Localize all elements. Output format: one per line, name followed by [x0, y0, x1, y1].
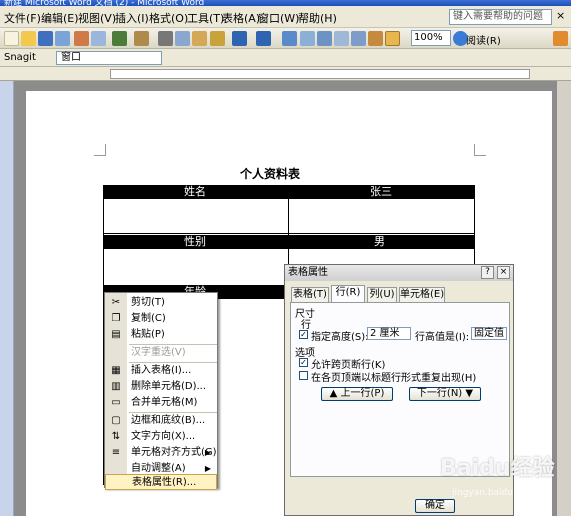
menu-edit[interactable]: 编辑(E) [41, 10, 79, 26]
print-icon[interactable] [74, 31, 89, 46]
menu-bar: 文件(F) 编辑(E) 视图(V) 插入(I) 格式(O) 工具(T) 表格(A… [0, 6, 571, 28]
tab-row[interactable]: 行(R) [331, 285, 365, 303]
save-icon[interactable] [38, 31, 53, 46]
insert-table-icon[interactable] [317, 31, 332, 46]
repeat-header-checkbox[interactable] [299, 371, 308, 380]
menu-item-copy[interactable]: ❐ 复制(C) [105, 311, 217, 327]
tab-table[interactable]: 表格(T) [291, 287, 329, 302]
menu-item-table-properties[interactable]: 表格属性(R)... [105, 474, 217, 490]
tables-borders-icon[interactable] [300, 31, 315, 46]
zoom-select[interactable]: 100% [411, 30, 451, 46]
menu-item-borders-shading[interactable]: ▢ 边框和底纹(B)... [105, 413, 217, 429]
menu-item-merge-cells[interactable]: ▭ 合并单元格(M) [105, 395, 217, 411]
help-search-input[interactable]: 键入需要帮助的问题 [449, 9, 552, 25]
allow-row-break-checkbox[interactable]: ✓ [299, 358, 308, 367]
repeat-header-label: 在各页顶端以标题行形式重复出现(H) [311, 373, 477, 384]
delete-cells-icon: ▥ [111, 381, 121, 392]
snagit-capture-mode-select[interactable]: 窗口 [56, 51, 162, 65]
table-cell-label: 性别 [184, 235, 206, 248]
paste-icon[interactable] [192, 31, 207, 46]
borders-icon: ▢ [111, 415, 121, 426]
print-preview-icon[interactable] [91, 31, 106, 46]
insert-excel-icon[interactable] [334, 31, 349, 46]
copy-icon[interactable] [175, 31, 190, 46]
dialog-title-bar[interactable]: 表格属性 ? × [285, 265, 513, 281]
research-icon[interactable] [134, 31, 149, 46]
table-row[interactable]: 姓名 张三 [104, 185, 474, 199]
row-height-mode-select[interactable]: 固定值 [471, 327, 507, 340]
submenu-arrow-icon: ▶ [204, 448, 211, 457]
specify-height-label: 指定高度(S): [311, 332, 369, 343]
hyperlink-icon[interactable] [282, 31, 297, 46]
paste-icon: ▤ [111, 329, 121, 340]
merge-cells-icon: ▭ [111, 397, 121, 408]
table-cell-label: 姓名 [184, 185, 206, 198]
row-height-input[interactable]: 2 厘米 [367, 327, 411, 340]
help-icon[interactable]: ? [481, 266, 494, 279]
baidu-watermark-url: jingyan.baidu.com [452, 488, 536, 498]
specify-height-checkbox[interactable]: ✓ [299, 330, 308, 339]
ruler-text-area [110, 69, 530, 79]
menu-format[interactable]: 格式(O) [149, 10, 188, 26]
undo-icon[interactable] [232, 31, 247, 46]
insert-table-icon: ▦ [111, 365, 121, 376]
context-menu: ✂ 剪切(T) ❐ 复制(C) ▤ 粘贴(P) 汉字重选(V) ▦ 插入表格(I)...… [104, 292, 218, 490]
copy-icon: ❐ [111, 313, 121, 324]
menu-insert[interactable]: 插入(I) [115, 10, 149, 26]
permission-icon[interactable] [55, 31, 70, 46]
snagit-toolbar: Snagit 窗口 [0, 49, 571, 67]
table-cell-value: 张三 [370, 185, 392, 198]
text-direction-icon: ⇅ [111, 431, 121, 442]
row-label: 行 [301, 320, 311, 331]
read-button[interactable]: 阅读(R) [466, 32, 501, 47]
table-border-right [474, 185, 475, 265]
dialog-title: 表格属性 [288, 267, 328, 278]
menu-item-reconvert: 汉字重选(V) [131, 347, 186, 358]
open-folder-icon[interactable] [21, 31, 36, 46]
close-icon[interactable]: × [497, 266, 510, 279]
crop-mark-top-right [474, 144, 486, 156]
spelling-icon[interactable] [112, 31, 127, 46]
snagit-label[interactable]: Snagit [4, 52, 36, 63]
drawing-icon[interactable] [368, 31, 383, 46]
menu-item-text-direction[interactable]: ⇅ 文字方向(X)... [105, 429, 217, 445]
menu-item-insert-table[interactable]: ▦ 插入表格(I)... [105, 363, 217, 379]
close-icon[interactable]: × [556, 9, 565, 22]
format-painter-icon[interactable] [210, 31, 225, 46]
tab-column[interactable]: 列(U) [367, 287, 397, 302]
new-doc-icon[interactable] [4, 31, 19, 46]
redo-icon[interactable] [256, 31, 271, 46]
menu-item-cell-alignment[interactable]: ≡ 单元格对齐方式(G) ▶ [105, 445, 217, 461]
cell-align-icon: ≡ [111, 447, 121, 458]
previous-row-button[interactable]: ▲ 上一行(P) [321, 387, 393, 401]
document-map-icon[interactable] [385, 31, 400, 46]
menu-item-paste[interactable]: ▤ 粘贴(P) [105, 327, 217, 343]
toolbar-options-icon[interactable] [553, 31, 568, 46]
menu-help[interactable]: 帮助(H) [298, 10, 337, 26]
table-row[interactable]: 性别 男 [104, 235, 474, 249]
next-row-button[interactable]: 下一行(N) ▼ [409, 387, 481, 401]
table-row-divider [103, 233, 475, 234]
standard-toolbar: 100% 阅读(R) [0, 28, 571, 49]
menu-view[interactable]: 视图(V) [78, 10, 116, 26]
scissors-icon: ✂ [111, 297, 121, 308]
crop-mark-top-left [94, 144, 106, 156]
columns-icon[interactable] [351, 31, 366, 46]
tab-cell[interactable]: 单元格(E) [399, 287, 445, 302]
menu-item-cut[interactable]: ✂ 剪切(T) [105, 295, 217, 311]
horizontal-ruler[interactable] [0, 67, 571, 81]
menu-tools[interactable]: 工具(T) [187, 10, 224, 26]
table-cell-value: 男 [374, 235, 385, 248]
row-height-is-label: 行高值是(I): [415, 332, 470, 343]
document-title[interactable]: 个人资料表 [240, 165, 300, 182]
cut-icon[interactable] [158, 31, 173, 46]
menu-window[interactable]: 窗口(W) [258, 10, 299, 26]
menu-item-delete-cells[interactable]: ▥ 删除单元格(D)... [105, 379, 217, 395]
ok-button[interactable]: 确定 [415, 499, 455, 513]
vertical-ruler[interactable] [0, 81, 14, 516]
menu-file[interactable]: 文件(F) [4, 10, 41, 26]
menu-table[interactable]: 表格(A) [222, 10, 260, 26]
baidu-watermark: Baidu经验 [440, 456, 555, 481]
